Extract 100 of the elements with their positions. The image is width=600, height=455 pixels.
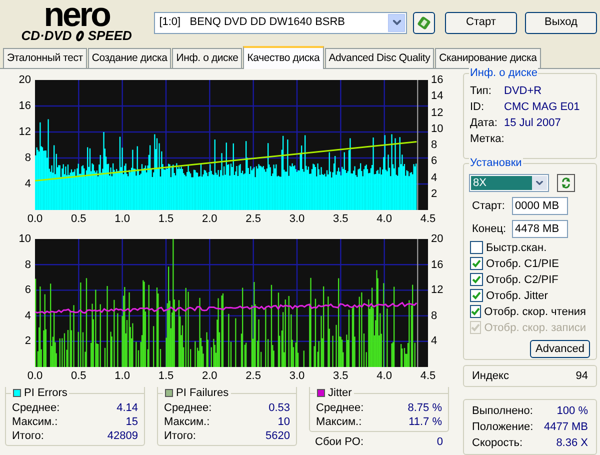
axis-label: 4.0 bbox=[376, 213, 392, 225]
refresh-icon bbox=[560, 176, 572, 189]
checkbox[interactable] bbox=[470, 273, 483, 286]
option-label: Отобр. скор. записи bbox=[484, 320, 586, 336]
tab[interactable]: Качество диска bbox=[243, 46, 324, 69]
stat-value: 0 bbox=[436, 434, 443, 450]
checkbox[interactable] bbox=[470, 257, 483, 270]
tab[interactable]: Эталонный тест bbox=[3, 48, 87, 68]
stat-label: Итого: bbox=[164, 428, 196, 444]
stat-label: Сбои PO: bbox=[315, 434, 364, 450]
option-label: Отобр. Jitter bbox=[486, 288, 548, 304]
field-label: Конец: bbox=[472, 222, 508, 237]
info-label: Дата: bbox=[470, 116, 498, 131]
axis-label: 4.0 bbox=[376, 370, 392, 382]
axis-label: 4.5 bbox=[420, 213, 436, 225]
axis-label: 0.5 bbox=[71, 213, 86, 225]
field-label: Старт: bbox=[472, 198, 506, 214]
info-label: Тип: bbox=[470, 84, 492, 99]
axis-label: 4 bbox=[24, 178, 31, 190]
axis-label: 4 bbox=[431, 335, 438, 348]
stat-label: Среднее: bbox=[12, 400, 60, 416]
speed-select[interactable]: 8X bbox=[469, 174, 549, 192]
axis-label: 2.0 bbox=[202, 370, 218, 382]
stat-label: Максим.: bbox=[164, 414, 210, 430]
stat-label: Среднее: bbox=[164, 400, 212, 416]
axis-label: 0.0 bbox=[27, 370, 43, 382]
advanced-button[interactable]: Advanced bbox=[530, 340, 590, 358]
end-field[interactable]: 4478 MB bbox=[512, 220, 568, 238]
axis-label: 3.0 bbox=[289, 370, 305, 382]
axis-label: 2.0 bbox=[202, 213, 218, 225]
option-label: Отобр. скор. чтения bbox=[484, 304, 586, 320]
stat-label: Среднее: bbox=[316, 400, 364, 416]
refresh-button[interactable] bbox=[557, 174, 575, 192]
legend-label: PI Errors bbox=[24, 387, 68, 399]
axis-label: 2 bbox=[431, 188, 438, 200]
axis-label: 12 bbox=[431, 284, 444, 296]
axis-label: 2.5 bbox=[246, 213, 261, 225]
legend-label: PI Failures bbox=[176, 387, 229, 399]
summary-label: Выполнено: bbox=[472, 404, 533, 419]
option-label: Отобр. C2/PIF bbox=[486, 272, 558, 288]
stat-label: Максим.: bbox=[12, 414, 58, 430]
info-value: CMC MAG E01 bbox=[504, 100, 580, 115]
checkbox[interactable] bbox=[470, 305, 482, 318]
summary-value: 4477 MB bbox=[544, 420, 588, 435]
legend-label: Jitter bbox=[328, 387, 352, 399]
axis-label: 3.5 bbox=[333, 370, 348, 382]
checkbox[interactable] bbox=[470, 289, 483, 302]
info-value: 15 Jul 2007 bbox=[504, 116, 561, 131]
axis-label: 1.0 bbox=[114, 370, 130, 382]
axis-label: 2.5 bbox=[246, 370, 261, 382]
axis-label: 4 bbox=[24, 310, 31, 322]
index-label: Индекс bbox=[472, 368, 509, 384]
info-label: ID: bbox=[470, 100, 486, 115]
start-field[interactable]: 0000 MB bbox=[512, 196, 568, 215]
tab[interactable]: Инф. о диске bbox=[172, 48, 242, 68]
option-label: Быстр.скан. bbox=[486, 240, 547, 256]
axis-label: 16 bbox=[18, 100, 31, 112]
action-button[interactable]: Старт bbox=[445, 12, 517, 34]
axis-label: 6 bbox=[24, 284, 31, 296]
stat-value: 0.53 bbox=[268, 400, 290, 416]
axis-label: 20 bbox=[18, 74, 31, 86]
tab[interactable]: Создание диска bbox=[88, 48, 172, 68]
axis-label: 4 bbox=[431, 172, 438, 184]
summary-label: Скорость: bbox=[472, 436, 523, 451]
axis-label: 3.0 bbox=[289, 213, 305, 225]
axis-label: 10 bbox=[18, 233, 31, 245]
axis-label: 14 bbox=[431, 90, 444, 102]
group-title: Установки bbox=[469, 156, 523, 169]
stat-value: 42809 bbox=[107, 428, 138, 444]
tab[interactable]: Advanced Disc Quality bbox=[324, 48, 434, 68]
index-value: 94 bbox=[576, 368, 588, 384]
option-label: Отобр. C1/PIE bbox=[486, 256, 559, 272]
stat-value: 5620 bbox=[266, 428, 290, 444]
summary-value: 8.36 X bbox=[556, 436, 588, 451]
disc-icon bbox=[74, 30, 86, 42]
tab[interactable]: Сканирование диска bbox=[435, 48, 541, 68]
axis-label: 3.5 bbox=[333, 213, 348, 225]
checkbox[interactable] bbox=[470, 241, 483, 254]
axis-label: 20 bbox=[431, 233, 444, 245]
stat-value: 15 bbox=[126, 414, 138, 430]
axis-label: 0.5 bbox=[71, 370, 86, 382]
axis-label: 8 bbox=[24, 258, 31, 271]
stat-value: 4.14 bbox=[116, 400, 138, 416]
info-label: Метка: bbox=[470, 132, 504, 147]
stat-label: Итого: bbox=[12, 428, 44, 444]
chip-icon bbox=[417, 16, 432, 30]
stat-label: Максим.: bbox=[316, 414, 362, 430]
drive-select[interactable]: [1:0] BENQ DVD DD DW1640 BSRB bbox=[154, 12, 408, 34]
logo-subtitle: SPEED bbox=[88, 29, 132, 43]
stat-value: 11.7 % bbox=[408, 414, 442, 430]
stat-value: 8.75 % bbox=[408, 400, 442, 416]
axis-label: 1.5 bbox=[158, 370, 174, 382]
drive-info-button[interactable] bbox=[413, 12, 435, 34]
axis-label: 8 bbox=[431, 139, 438, 151]
axis-label: 8 bbox=[431, 310, 438, 322]
logo-subtitle: CD·DVD bbox=[21, 29, 72, 43]
axis-label: 6 bbox=[431, 155, 438, 168]
action-button[interactable]: Выход bbox=[525, 12, 597, 34]
info-value: DVD+R bbox=[504, 84, 542, 99]
summary-label: Положение: bbox=[472, 420, 534, 435]
